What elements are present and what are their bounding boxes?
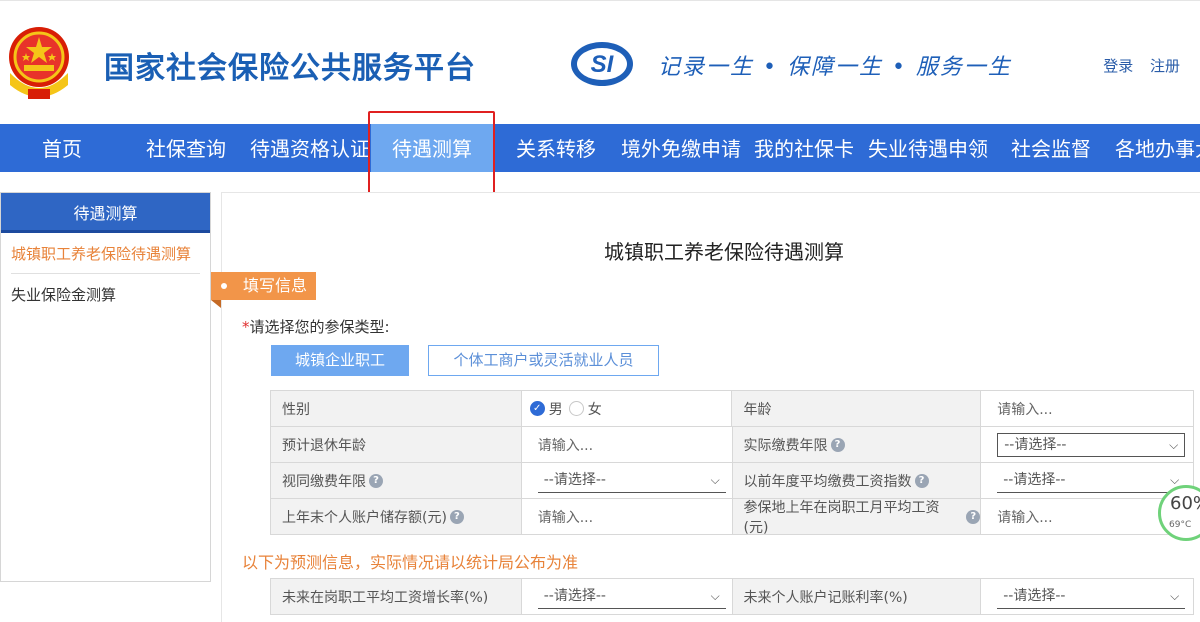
type-button-flexible[interactable]: 个体工商户或灵活就业人员: [428, 345, 659, 376]
prev-index-cell: --请选择-- ⌵: [981, 463, 1194, 498]
prev-index-select[interactable]: --请选择-- ⌵: [997, 469, 1186, 493]
table-row: 视同缴费年限? --请选择-- ⌵ 以前年度平均缴费工资指数? --请选择-- …: [271, 463, 1194, 499]
register-link[interactable]: 注册: [1150, 57, 1180, 75]
actual-years-label: 实际缴费年限: [743, 437, 828, 454]
insurance-type-text: 请选择您的参保类型:: [249, 318, 390, 336]
prev-index-value: --请选择--: [1003, 472, 1066, 488]
site-title: 国家社会保险公共服务平台: [104, 51, 476, 86]
table-row: 上年末个人账户储存额(元)? 请输入... 参保地上年在岗职工月平均工资(元)?…: [271, 499, 1194, 536]
si-logo-text: SI: [591, 51, 615, 78]
avg-wage-label-cell: 参保地上年在岗职工月平均工资(元)?: [732, 499, 982, 536]
account-rate-select[interactable]: --请选择-- ⌵: [997, 585, 1186, 609]
age-input[interactable]: 请输入...: [981, 391, 1194, 426]
tag-fold-icon: [211, 300, 221, 308]
info-form-table: 性别 ✓ 男 女 年龄 请输入... 预计退休年龄 请输入... 实际缴费年限?…: [270, 390, 1194, 536]
wage-growth-cell: --请选择-- ⌵: [521, 579, 733, 614]
help-icon[interactable]: ?: [449, 509, 464, 524]
deemed-years-select[interactable]: --请选择-- ⌵: [537, 469, 726, 493]
gender-label: 性别: [271, 391, 522, 426]
account-rate-label: 未来个人账户记账利率(%): [732, 579, 982, 614]
retire-age-label: 预计退休年龄: [271, 427, 522, 462]
table-row: 性别 ✓ 男 女 年龄 请输入...: [271, 391, 1194, 427]
nav-item-home[interactable]: 首页: [42, 124, 82, 172]
wage-growth-select[interactable]: --请选择-- ⌵: [537, 585, 726, 609]
gender-male-label: 男: [548, 401, 563, 418]
prev-index-label: 以前年度平均缴费工资指数: [743, 473, 912, 490]
deemed-years-value: --请选择--: [543, 472, 606, 488]
actual-years-label-cell: 实际缴费年限?: [732, 427, 982, 462]
sidebar-item-unemployment[interactable]: 失业保险金测算: [11, 274, 200, 314]
gender-radio-group: ✓ 男 女: [521, 391, 733, 426]
age-label: 年龄: [732, 391, 982, 426]
nav-item-transfer[interactable]: 关系转移: [516, 124, 596, 172]
chevron-down-icon: ⌵: [1170, 589, 1180, 603]
help-icon[interactable]: ?: [914, 473, 929, 488]
forecast-notice: 以下为预测信息，实际情况请以统计局公布为准: [242, 553, 579, 572]
national-emblem-icon: [9, 27, 69, 99]
sidebar-title: 待遇测算: [1, 193, 210, 233]
deemed-years-label: 视同缴费年限: [282, 473, 366, 490]
account-balance-label-cell: 上年末个人账户储存额(元)?: [271, 499, 522, 534]
slogan: 记录一生 • 保障一生 • 服务一生: [658, 55, 1012, 80]
deemed-years-label-cell: 视同缴费年限?: [271, 463, 522, 498]
gender-female-label: 女: [587, 401, 602, 418]
bullet-icon: [221, 283, 227, 289]
section-tag-label: 填写信息: [243, 276, 308, 295]
main-nav: 首页 社保查询 待遇资格认证 待遇测算 关系转移 境外免缴申请 我的社保卡 失业…: [0, 124, 1200, 172]
help-icon[interactable]: ?: [369, 473, 383, 488]
help-icon[interactable]: ?: [966, 509, 981, 524]
insurance-type-label: *请选择您的参保类型:: [242, 316, 390, 337]
help-icon[interactable]: ?: [830, 437, 845, 452]
nav-item-local-services[interactable]: 各地办事大: [1115, 124, 1200, 172]
widget-percent: 60%: [1170, 493, 1200, 514]
auth-links: 登录 注册: [1091, 55, 1180, 76]
retire-age-input[interactable]: 请输入...: [521, 427, 733, 462]
sidebar-item-pension[interactable]: 城镇职工养老保险待遇测算: [11, 233, 200, 274]
actual-years-select[interactable]: --请选择-- ⌵: [997, 433, 1186, 457]
widget-temp: 69°C: [1169, 520, 1192, 530]
account-balance-input[interactable]: 请输入...: [521, 499, 733, 534]
account-balance-label: 上年末个人账户储存额(元): [282, 509, 447, 526]
check-icon: ✓: [529, 401, 545, 416]
account-rate-cell: --请选择-- ⌵: [981, 579, 1194, 614]
sidebar: 待遇测算 城镇职工养老保险待遇测算 失业保险金测算: [0, 192, 211, 582]
gender-female-radio[interactable]: 女: [568, 399, 602, 419]
login-link[interactable]: 登录: [1103, 57, 1133, 75]
wage-growth-value: --请选择--: [543, 588, 606, 604]
gender-male-radio[interactable]: ✓ 男: [529, 399, 563, 419]
required-star: *: [242, 318, 250, 336]
prev-index-label-cell: 以前年度平均缴费工资指数?: [732, 463, 982, 498]
site-header: 国家社会保险公共服务平台 SI 记录一生 • 保障一生 • 服务一生 登录 注册: [0, 0, 1200, 124]
chevron-down-icon: ⌵: [710, 589, 720, 603]
chevron-down-icon: ⌵: [1169, 438, 1179, 452]
table-row: 预计退休年龄 请输入... 实际缴费年限? --请选择-- ⌵: [271, 427, 1194, 463]
actual-years-value: --请选择--: [1004, 437, 1067, 453]
nav-item-calculation[interactable]: 待遇测算: [371, 124, 493, 172]
type-button-enterprise[interactable]: 城镇企业职工: [271, 345, 409, 376]
wage-growth-label: 未来在岗职工平均工资增长率(%): [271, 579, 522, 614]
nav-item-overseas[interactable]: 境外免缴申请: [621, 124, 741, 172]
deemed-years-cell: --请选择-- ⌵: [521, 463, 733, 498]
actual-years-cell: --请选择-- ⌵: [981, 427, 1194, 462]
si-logo-icon: SI: [571, 42, 633, 86]
page-title: 城镇职工养老保险待遇测算: [604, 240, 844, 264]
account-rate-value: --请选择--: [1003, 588, 1066, 604]
forecast-table: 未来在岗职工平均工资增长率(%) --请选择-- ⌵ 未来个人账户记账利率(%)…: [270, 578, 1194, 615]
nav-item-card[interactable]: 我的社保卡: [754, 124, 854, 172]
avg-wage-label: 参保地上年在岗职工月平均工资(元): [743, 499, 940, 536]
nav-item-supervision[interactable]: 社会监督: [1011, 124, 1091, 172]
chevron-down-icon: ⌵: [710, 473, 720, 487]
nav-item-unemployment[interactable]: 失业待遇申领: [868, 124, 988, 172]
nav-item-qualification[interactable]: 待遇资格认证: [250, 124, 370, 172]
nav-item-query[interactable]: 社保查询: [146, 124, 226, 172]
table-row: 未来在岗职工平均工资增长率(%) --请选择-- ⌵ 未来个人账户记账利率(%)…: [271, 579, 1194, 615]
radio-empty-icon: [568, 401, 584, 416]
section-tag: 填写信息: [211, 272, 316, 300]
